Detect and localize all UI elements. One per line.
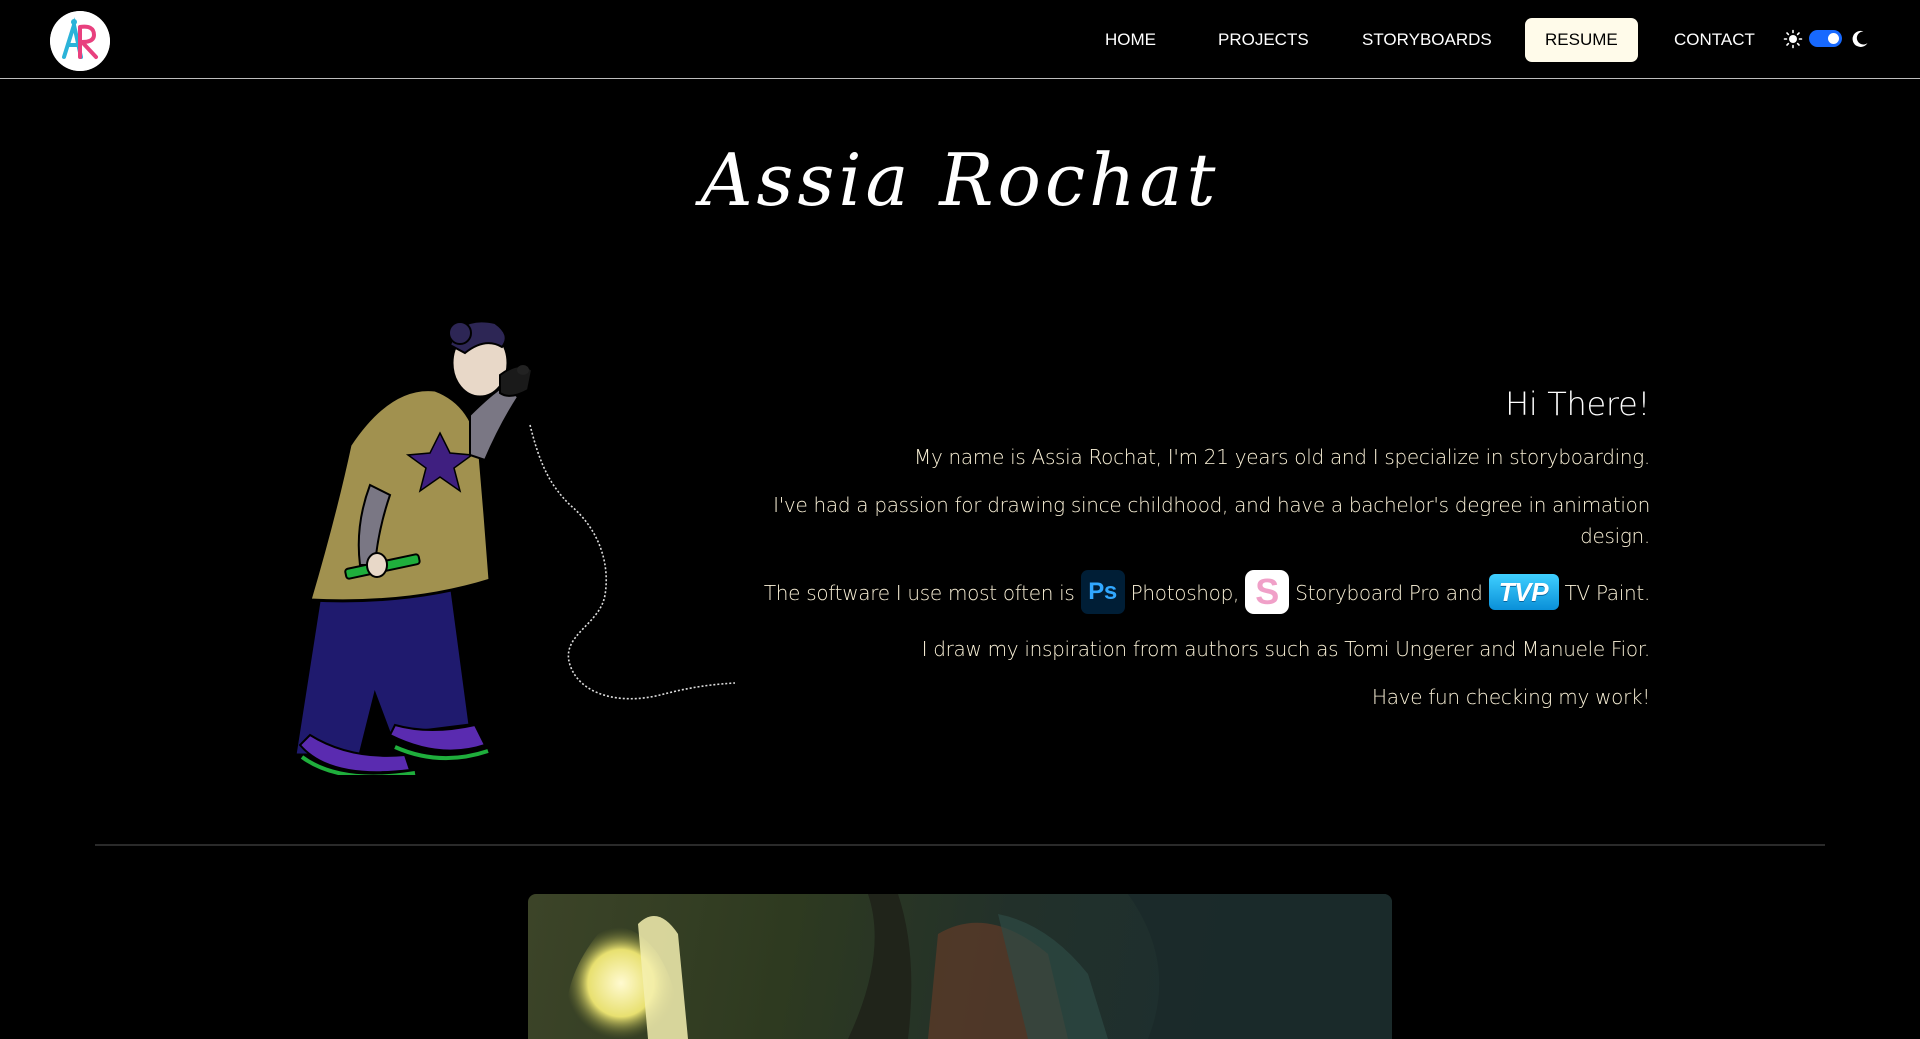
nav-contact[interactable]: CONTACT <box>1654 18 1775 62</box>
software-prefix: The software I use most often is <box>763 581 1075 605</box>
nav-projects[interactable]: PROJECTS <box>1198 18 1329 62</box>
navbar: HOME PROJECTS STORYBOARDS RESUME CONTACT <box>0 0 1920 79</box>
section-divider <box>95 844 1825 846</box>
greeting-heading: Hi There! <box>1505 385 1650 423</box>
nav-resume[interactable]: RESUME <box>1525 18 1638 62</box>
switch-knob <box>1828 33 1839 44</box>
intro-paragraph: My name is Assia Rochat, I'm 21 years ol… <box>914 445 1650 469</box>
page-title: Assia Rochat <box>700 138 1220 222</box>
theme-toggle <box>1783 27 1873 51</box>
theme-switch[interactable] <box>1809 30 1842 47</box>
storyboard-pro-icon: S <box>1245 569 1290 614</box>
moon-icon <box>1852 30 1868 47</box>
software-photoshop: Photoshop, <box>1130 581 1240 605</box>
inspiration-paragraph: I draw my inspiration from authors such … <box>921 637 1651 661</box>
character-illustration <box>293 320 736 775</box>
passion-paragraph: I've had a passion for drawing since chi… <box>773 493 1650 548</box>
about-section: Hi There! My name is Assia Rochat, I'm 2… <box>750 380 1650 730</box>
project-card[interactable] <box>528 894 1392 1039</box>
nav-storyboards[interactable]: STORYBOARDS <box>1342 18 1512 62</box>
project-thumbnail <box>566 894 1392 1039</box>
sun-icon <box>1783 29 1803 49</box>
logo-icon <box>50 11 110 71</box>
photoshop-icon: Ps <box>1080 569 1125 614</box>
software-paragraph: The software I use most often is Ps Phot… <box>750 569 1650 617</box>
tvpaint-icon: TVP <box>1488 573 1559 610</box>
logo[interactable] <box>50 11 110 71</box>
closing-paragraph: Have fun checking my work! <box>1372 685 1650 709</box>
software-storyboard-pro: Storyboard Pro and <box>1295 581 1483 605</box>
nav-home[interactable]: HOME <box>1085 18 1176 62</box>
software-tvpaint: TV Paint. <box>1564 581 1651 605</box>
